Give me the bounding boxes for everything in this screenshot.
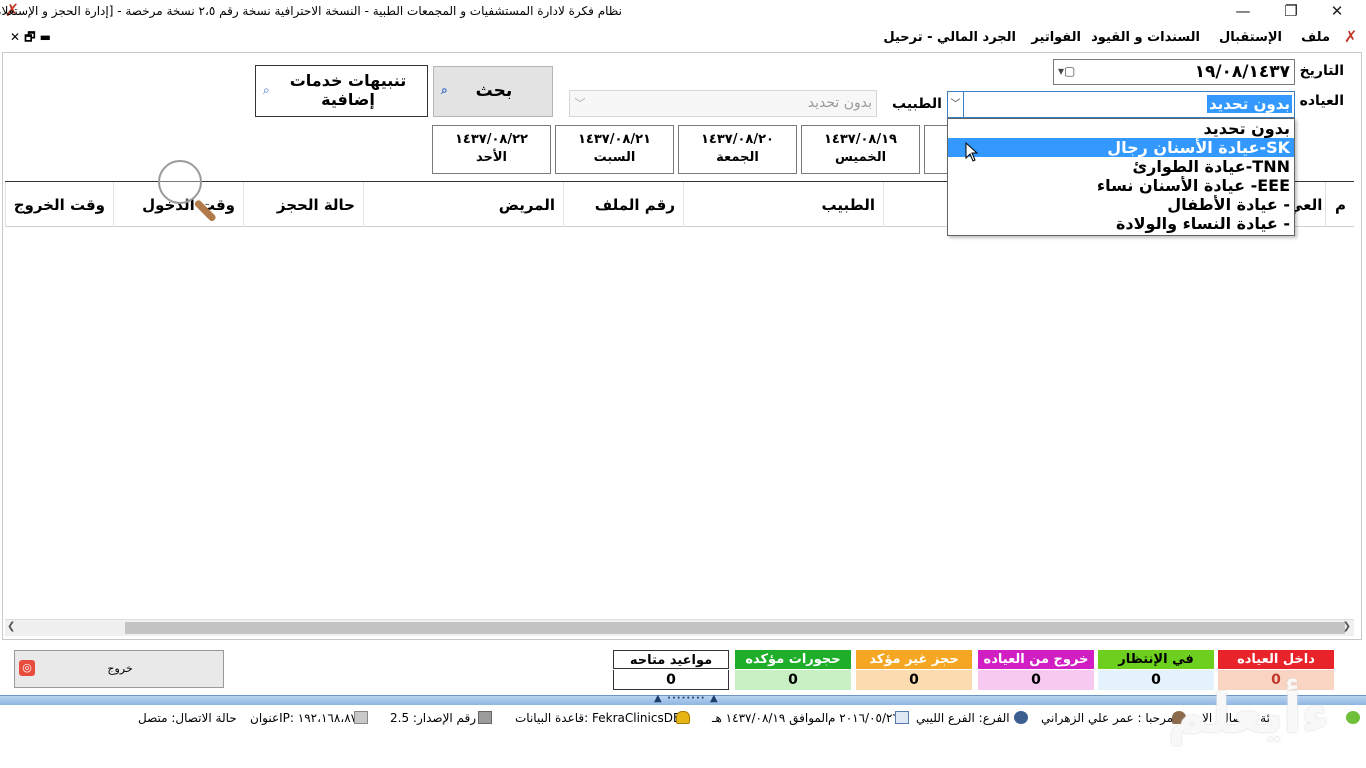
mouse-cursor-icon	[965, 142, 979, 162]
scrollbar-thumb[interactable]	[125, 622, 1345, 634]
close-button[interactable]: ✕	[1314, 0, 1360, 24]
day-date: ١٤٣٧/٠٨/٢٠	[701, 132, 774, 147]
status-count: 0	[613, 670, 729, 690]
doctor-value: بدون تحديد	[807, 95, 872, 111]
day-name: الجمعة	[716, 150, 759, 165]
status-label: خروج من العياده	[978, 650, 1094, 669]
menu-bar: ✗ ملف الإستقبال السندات و القيود الفواتي…	[0, 26, 1366, 50]
chevron-down-icon[interactable]: ﹀	[572, 95, 588, 111]
clinic-dropdown-list[interactable]: بدون تحديد عيادة الأسنان رجال-SK عيادة ا…	[947, 118, 1295, 236]
welcome-user: مرحبا : عمر علي الزهراني	[1041, 711, 1174, 725]
column-header-file-number[interactable]: رقم الملف	[563, 182, 683, 228]
column-header-index[interactable]: م	[1325, 182, 1354, 228]
status-label: مواعيد متاحه	[613, 650, 729, 669]
restore-button[interactable]: ❐	[1268, 0, 1314, 24]
version: رقم الإصدار: 2.5	[390, 711, 477, 725]
network-icon	[354, 711, 368, 724]
status-left-clinic[interactable]: خروج من العياده 0	[978, 650, 1094, 690]
horizontal-scrollbar[interactable]: ❮ ❯	[5, 619, 1354, 636]
date-label: التاريخ	[1299, 63, 1344, 79]
menu-inventory[interactable]: الجرد المالي - ترحيل	[883, 30, 1016, 45]
status-count: 0	[978, 670, 1094, 690]
ip-address: عنوانIP: ١٩٢،١٦٨،٨٧،١	[250, 711, 368, 725]
day-date: ١٤٣٧/٠٨/٢٢	[455, 132, 528, 147]
menu-vouchers[interactable]: السندات و القيود	[1091, 30, 1200, 45]
status-label: حجز غير مؤكد	[856, 650, 972, 669]
clinic-option[interactable]: عيادة النساء والولادة -	[948, 214, 1294, 233]
status-label: في الإنتظار	[1098, 650, 1214, 669]
day-button-thursday[interactable]: ١٤٣٧/٠٨/١٩ الخميس	[801, 125, 920, 174]
exit-label: خروج	[107, 662, 133, 675]
day-name: الخميس	[834, 150, 887, 165]
watermark-logo: ءأيعلم	[1168, 682, 1331, 745]
status-count: 0	[856, 670, 972, 690]
title-bar: ✗ نظام فكرة لادارة المستشفيات و المجمعات…	[0, 0, 1366, 24]
scroll-left-icon[interactable]: ❮	[7, 621, 15, 632]
date-value: ١٩/٠٨/١٤٣٧	[1194, 62, 1290, 82]
date-picker[interactable]: ▾▢ ١٩/٠٨/١٤٣٧	[1053, 59, 1295, 85]
hijri-date: الموافق ١٤٣٧/٠٨/١٩ هـ	[712, 711, 829, 725]
splitter-grip-icon[interactable]: ▲ ········ ▲	[654, 693, 719, 704]
chevron-down-icon[interactable]: ﹀	[948, 92, 964, 117]
extra-services-button[interactable]: ⌕ تنبيهات خدمات إضافية	[255, 65, 428, 117]
database-icon	[676, 711, 690, 724]
search-icon: ⌕	[441, 83, 448, 97]
clinic-option[interactable]: بدون تحديد	[948, 119, 1294, 138]
minimize-button[interactable]: —	[1220, 0, 1266, 24]
extra-services-label: تنبيهات خدمات إضافية	[289, 71, 407, 109]
calendar-icon[interactable]: ▾▢	[1058, 64, 1075, 78]
day-name: الأحد	[475, 150, 507, 165]
menu-reception[interactable]: الإستقبال	[1219, 30, 1282, 45]
exit-icon: ◎	[19, 660, 35, 676]
search-button[interactable]: ⌕ بحث	[433, 66, 553, 117]
menu-logo-icon: ✗	[1344, 27, 1358, 46]
day-button-friday[interactable]: ١٤٣٧/٠٨/٢٠ الجمعة	[678, 125, 797, 174]
status-label: داخل العياده	[1218, 650, 1334, 669]
day-date: ١٤٣٧/٠٨/١٩	[824, 132, 897, 147]
status-confirmed[interactable]: حجورات مؤكده 0	[735, 650, 851, 690]
clinic-option-selected[interactable]: عيادة الأسنان رجال-SK	[948, 138, 1294, 157]
version-icon	[478, 711, 492, 724]
status-label: حجورات مؤكده	[735, 650, 851, 669]
day-name: السبت	[593, 150, 636, 165]
mdi-window-controls[interactable]: ✕ 🗗 ▬	[10, 28, 51, 49]
window-title: نظام فكرة لادارة المستشفيات و المجمعات ا…	[0, 4, 622, 18]
status-globe-icon	[1346, 711, 1360, 724]
clinic-label: العياده	[1299, 93, 1344, 109]
doctor-label: الطبيب	[892, 96, 942, 112]
day-date: ١٤٣٧/٠٨/٢١	[578, 132, 651, 147]
clinic-combobox[interactable]: ﹀ بدون تحديد	[947, 91, 1295, 118]
branch-icon	[1014, 711, 1028, 724]
column-header-exit-time[interactable]: وقت الخروج	[5, 182, 113, 228]
doctor-combobox[interactable]: ﹀ بدون تحديد	[569, 90, 877, 117]
clinic-value: بدون تحديد	[1206, 95, 1292, 113]
clinic-option[interactable]: عيادة الأطفال -	[948, 195, 1294, 214]
column-header-doctor[interactable]: الطبيب	[683, 182, 883, 228]
column-header-patient[interactable]: المريض	[363, 182, 563, 228]
clinic-option[interactable]: عيادة الأسنان نساء -EEE	[948, 176, 1294, 195]
clinic-option[interactable]: عيادة الطوارئ-TNN	[948, 157, 1294, 176]
menu-invoices[interactable]: الفواتير	[1031, 30, 1081, 45]
branch: الفرع: الفرع الليبي	[916, 711, 1010, 725]
status-count: 0	[735, 670, 851, 690]
magnifier-icon	[158, 160, 202, 204]
status-unconfirmed[interactable]: حجز غير مؤكد 0	[856, 650, 972, 690]
gregorian-date: ٢٠١٦/٠٥/٢٦ م	[828, 711, 899, 725]
calendar-icon	[895, 711, 909, 724]
scroll-right-icon[interactable]: ❯	[1343, 621, 1351, 632]
grid-body[interactable]	[5, 227, 1354, 619]
connection-state: حالة الاتصال: متصل	[138, 711, 237, 725]
database: قاعدة البيانات: FekraClinicsDB	[515, 711, 682, 725]
exit-button[interactable]: ◎ خروج	[14, 650, 224, 688]
status-available-slots[interactable]: مواعيد متاحه 0	[613, 650, 729, 690]
day-button-sunday[interactable]: ١٤٣٧/٠٨/٢٢ الأحد	[432, 125, 551, 174]
menu-file[interactable]: ملف	[1301, 30, 1330, 45]
search-label: بحث	[475, 81, 513, 101]
day-button-saturday[interactable]: ١٤٣٧/٠٨/٢١ السبت	[555, 125, 674, 174]
search-icon: ⌕	[263, 83, 270, 97]
column-header-booking-status[interactable]: حالة الحجز	[243, 182, 363, 228]
